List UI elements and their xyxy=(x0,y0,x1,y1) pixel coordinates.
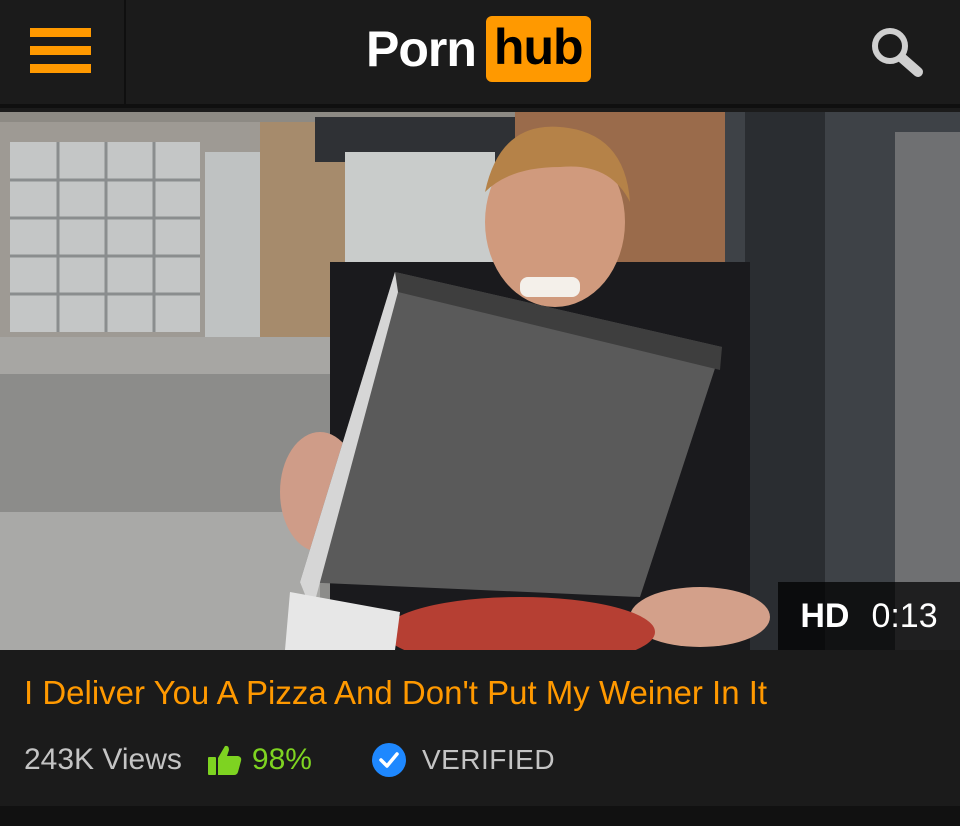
video-meta: 243K Views 98% VERIFIED xyxy=(24,740,555,780)
top-bar: Porn hub xyxy=(0,0,960,108)
view-count: 243K Views xyxy=(24,743,182,776)
rating-percent: 98% xyxy=(251,743,312,776)
verified-badge: VERIFIED xyxy=(371,743,556,777)
hd-badge: HD xyxy=(800,596,850,635)
video-badge: HD 0:13 xyxy=(778,582,960,650)
video-title[interactable]: I Deliver You A Pizza And Don't Put My W… xyxy=(24,674,767,712)
verified-label: VERIFIED xyxy=(421,744,556,775)
search-icon xyxy=(872,28,923,77)
thumbnail-image xyxy=(0,112,960,650)
rating: 98% xyxy=(207,743,312,777)
verified-check-icon xyxy=(371,743,406,777)
search-button[interactable] xyxy=(864,22,928,82)
video-thumbnail[interactable]: HD 0:13 xyxy=(0,112,960,650)
logo-text: Porn xyxy=(366,21,477,77)
footer-strip xyxy=(0,806,960,826)
video-duration: 0:13 xyxy=(871,596,938,635)
video-info: I Deliver You A Pizza And Don't Put My W… xyxy=(0,650,960,806)
site-logo[interactable]: Porn hub xyxy=(366,14,591,84)
logo-badge: hub xyxy=(485,16,591,82)
menu-button[interactable] xyxy=(0,0,126,104)
thumbs-up-icon xyxy=(207,745,242,775)
